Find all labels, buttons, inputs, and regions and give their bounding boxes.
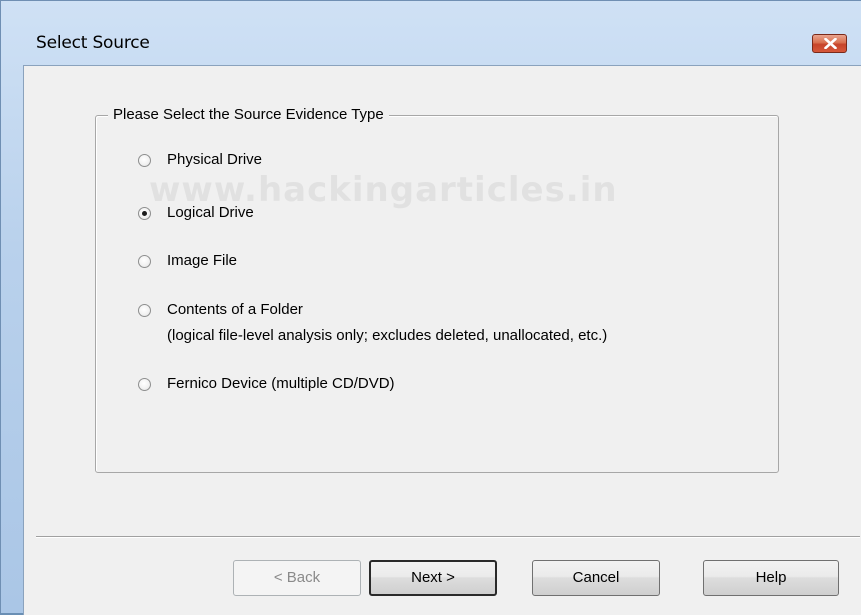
option-label: Image File [167,252,238,269]
title-bar[interactable]: Select Source [1,1,861,63]
help-button[interactable]: Help [703,560,839,596]
radio-button-selected[interactable] [138,207,151,220]
option-label: Fernico Device (multiple CD/DVD) [167,375,395,392]
radio-button[interactable] [138,255,151,268]
dialog-body: www.hackingarticles.in Please Select the… [23,65,861,615]
option-note: (logical file-level analysis only; exclu… [167,327,608,344]
window-title: Select Source [36,33,150,53]
option-label: Logical Drive [167,204,254,221]
close-icon [824,38,837,49]
groupbox-label: Please Select the Source Evidence Type [108,106,389,123]
option-label: Physical Drive [167,151,263,168]
option-label: Contents of a Folder [167,301,303,318]
radio-button[interactable] [138,304,151,317]
separator [36,536,860,538]
radio-button[interactable] [138,154,151,167]
dialog-window: Select Source www.hackingarticles.in Ple… [0,0,861,615]
close-button[interactable] [812,34,847,53]
back-button[interactable]: < Back [233,560,361,596]
evidence-type-groupbox [95,115,779,473]
next-button[interactable]: Next > [369,560,497,596]
radio-button[interactable] [138,378,151,391]
cancel-button[interactable]: Cancel [532,560,660,596]
